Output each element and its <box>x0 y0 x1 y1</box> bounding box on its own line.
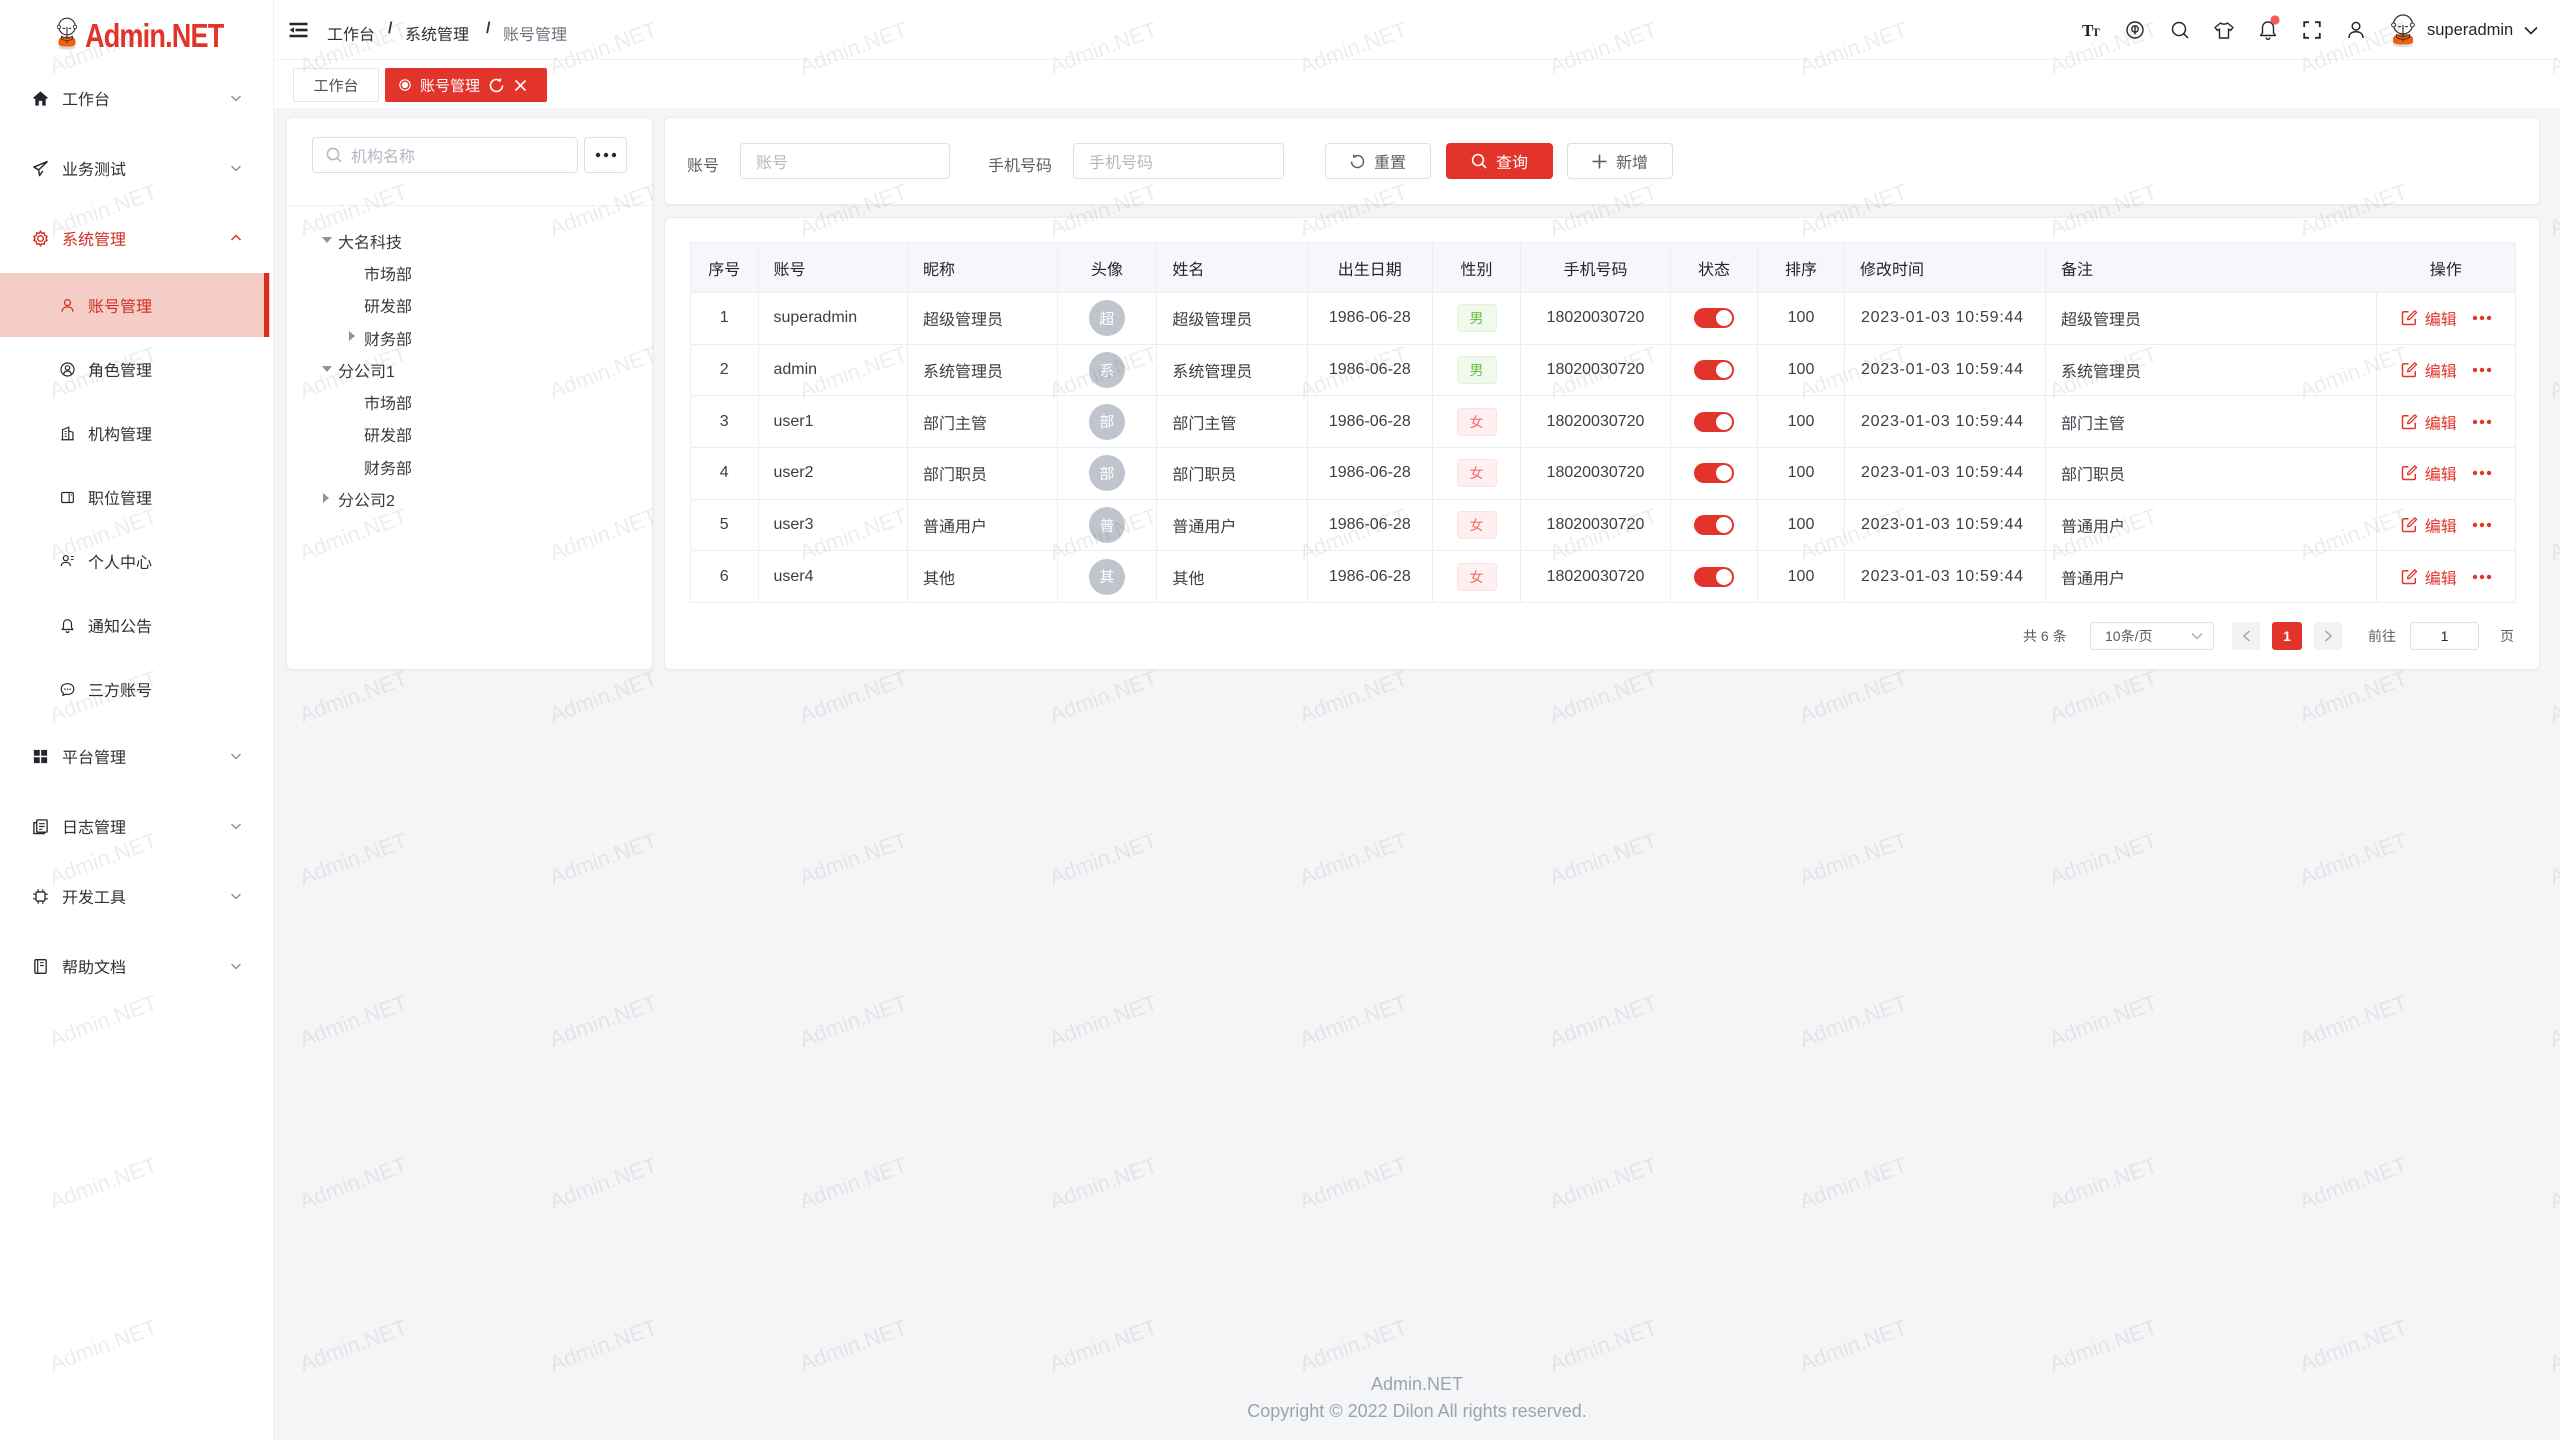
svg-text:T: T <box>2092 25 2100 39</box>
